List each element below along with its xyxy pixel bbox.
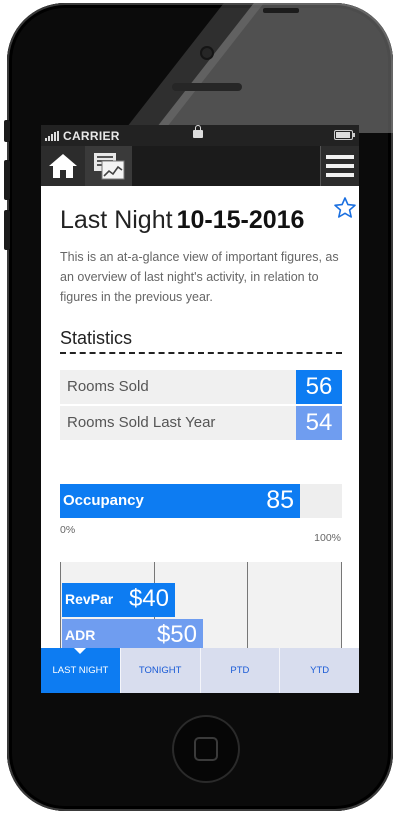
battery-icon <box>334 130 355 140</box>
occupancy-max-label: 100% <box>314 532 341 544</box>
adr-value: $50 <box>156 621 197 648</box>
stat-value: 54 <box>296 406 342 440</box>
tab-ytd[interactable]: YTD <box>279 648 359 693</box>
statistics-heading: Statistics <box>60 328 133 348</box>
adr-bar: ADR $50 <box>62 619 203 648</box>
star-outline-icon[interactable] <box>333 196 357 220</box>
stat-row-rooms-sold: Rooms Sold 56 <box>60 370 342 404</box>
power-button <box>263 8 299 13</box>
stat-value: 56 <box>296 370 342 404</box>
carrier-name: CARRIER <box>63 128 120 143</box>
main-content: Last Night 10-15-2016 This is an at-a-gla… <box>41 186 359 648</box>
gridline <box>341 562 342 648</box>
revpar-bar: RevPar $40 <box>62 583 175 617</box>
page-title-date: 10-15-2016 <box>176 206 305 234</box>
hardware-home-button[interactable] <box>172 715 240 783</box>
occupancy-min-label: 0% <box>60 524 76 536</box>
signal-icon <box>45 130 59 141</box>
occupancy-bar-fill: Occupancy 85 <box>60 484 300 518</box>
lock-icon <box>193 125 203 138</box>
occupancy-label: Occupancy <box>63 492 144 509</box>
volume-down-button <box>4 210 10 250</box>
app-screen: CARRIER Last Night 10-15-2016 This is an… <box>41 125 359 693</box>
tab-last-night[interactable]: LAST NIGHT <box>41 648 120 693</box>
front-camera <box>202 48 212 58</box>
top-nav-bar <box>41 146 359 186</box>
revpar-label: RevPar <box>65 591 114 607</box>
page-description: This is an at-a-glance view of important… <box>60 250 339 304</box>
gridline <box>247 562 248 648</box>
tab-ptd[interactable]: PTD <box>199 648 280 693</box>
adr-label: ADR <box>65 627 96 643</box>
occupancy-value: 85 <box>266 486 294 514</box>
bottom-tab-bar: LAST NIGHT TONIGHT PTD YTD <box>41 648 359 693</box>
hamburger-menu-icon <box>326 155 354 159</box>
report-button[interactable] <box>85 146 132 186</box>
stat-label: Rooms Sold Last Year <box>67 414 216 431</box>
occupancy-bar-track: Occupancy 85 <box>60 484 342 518</box>
section-divider <box>60 352 342 354</box>
earpiece-speaker <box>172 83 242 91</box>
home-icon <box>49 154 77 178</box>
stat-row-rooms-sold-last-year: Rooms Sold Last Year 54 <box>60 406 342 440</box>
home-button[interactable] <box>41 146 85 186</box>
page-title-text: Last Night <box>60 206 173 234</box>
report-icon <box>93 153 124 180</box>
page-title: Last Night 10-15-2016 <box>60 206 304 235</box>
mute-switch <box>4 120 10 142</box>
gridline <box>60 562 61 648</box>
status-bar: CARRIER <box>41 125 359 146</box>
tab-tonight[interactable]: TONIGHT <box>119 648 200 693</box>
menu-button[interactable] <box>320 146 359 186</box>
stat-label: Rooms Sold <box>67 378 149 395</box>
revpar-value: $40 <box>128 585 169 612</box>
volume-up-button <box>4 160 10 200</box>
